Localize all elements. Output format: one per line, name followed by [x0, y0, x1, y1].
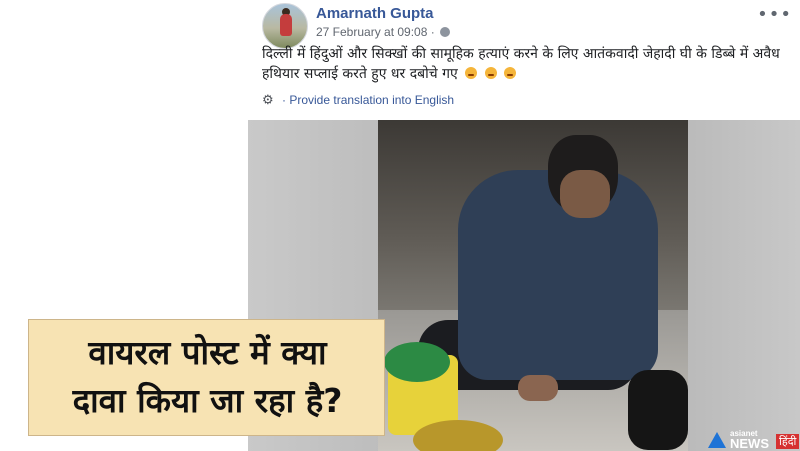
asianet-triangle-icon: [708, 432, 726, 448]
video-black-cloth: [628, 370, 688, 450]
post-meta: 27 February at 09:08 ·: [316, 25, 451, 39]
post-body: दिल्ली में हिंदुओं और सिक्खों की सामूहिक…: [262, 46, 780, 82]
author-name[interactable]: Amarnath Gupta: [316, 5, 434, 22]
logo-hindi-text: हिंदी: [776, 434, 800, 449]
translate-link[interactable]: ⚙ · Provide translation into English: [262, 92, 454, 108]
post-timestamp[interactable]: 27 February at 09:08: [316, 25, 427, 39]
translate-label[interactable]: Provide translation into English: [289, 93, 454, 107]
dot-separator: ·: [430, 25, 439, 39]
post-text: दिल्ली में हिंदुओं और सिक्खों की सामूहिक…: [262, 44, 792, 84]
logo-news-text: NEWS: [730, 436, 769, 451]
video-person-hand: [518, 375, 558, 401]
video-green-lid: [384, 342, 450, 382]
asianet-news-logo: asianet NEWS हिंदी: [708, 429, 800, 451]
ellipsis-icon[interactable]: •••: [757, 4, 792, 25]
video-person-face: [560, 170, 610, 218]
globe-icon[interactable]: [440, 27, 451, 37]
caption-line-1: वायरल पोस्ट में क्या: [88, 333, 327, 372]
avatar-figure: [280, 14, 292, 36]
angry-face-icon: [484, 67, 497, 79]
gear-icon: ⚙: [262, 92, 274, 107]
caption-line-2: दावा किया जा रहा है?: [72, 381, 343, 420]
question-caption: वायरल पोस्ट में क्या दावा किया जा रहा है…: [28, 319, 385, 436]
avatar[interactable]: [262, 3, 308, 49]
angry-face-icon: [504, 67, 517, 79]
angry-face-icon: [465, 67, 478, 79]
